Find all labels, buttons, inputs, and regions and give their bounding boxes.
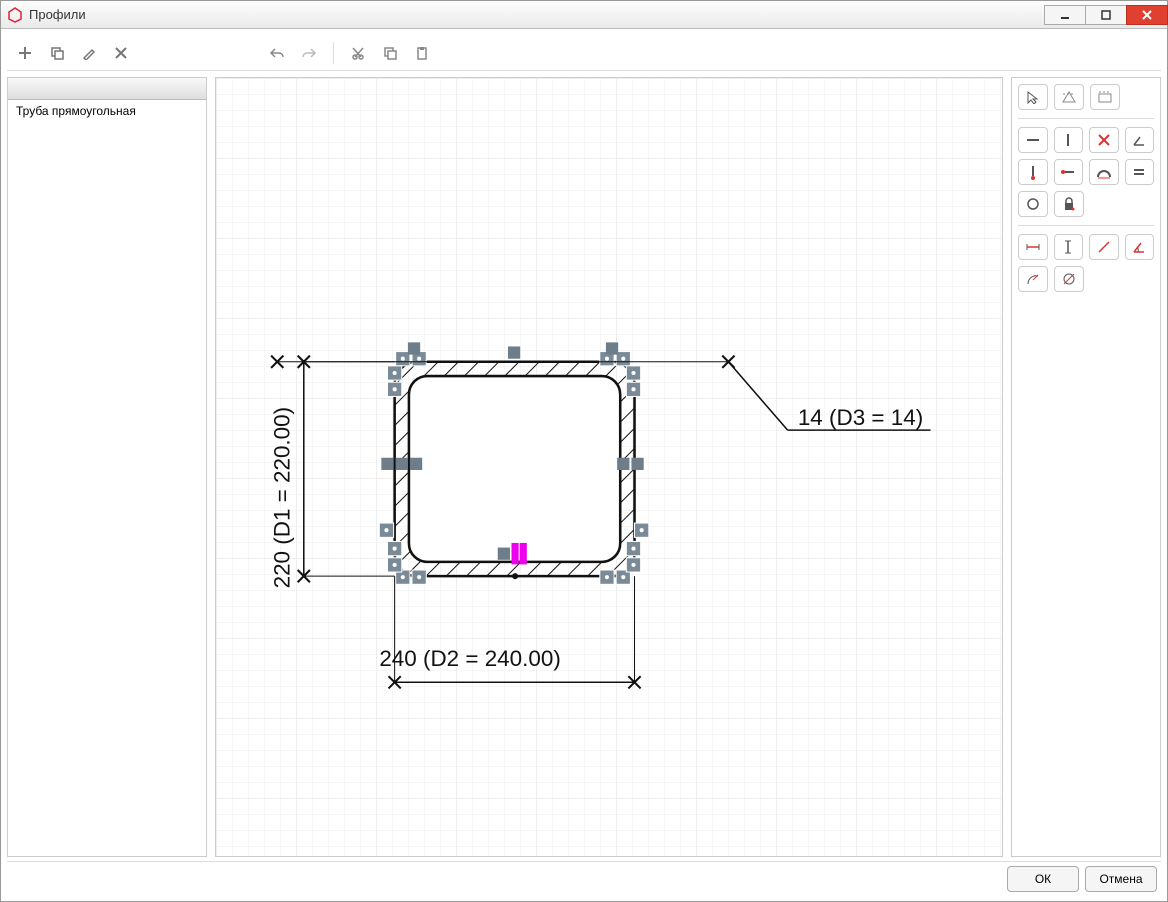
sketch-canvas[interactable]: 220 (D1 = 220.00) 240 (D2 = 240.00) [215, 77, 1003, 857]
profile-list: Труба прямоугольная [7, 77, 207, 857]
minimize-button[interactable] [1044, 5, 1086, 25]
tool-lock[interactable] [1054, 191, 1084, 217]
tool-dim-diameter[interactable] [1054, 266, 1084, 292]
tool-construction-1[interactable] [1054, 84, 1084, 110]
cancel-button[interactable]: Отмена [1085, 866, 1157, 892]
tool-segment[interactable] [1054, 159, 1084, 185]
main-area: Труба прямоугольная [7, 71, 1161, 857]
tool-construction-2[interactable] [1090, 84, 1120, 110]
edit-button[interactable] [75, 39, 103, 67]
tool-dim-diag[interactable] [1089, 234, 1119, 260]
top-toolbar [7, 35, 1161, 71]
close-button[interactable] [1126, 5, 1168, 25]
content: Труба прямоугольная [1, 29, 1167, 901]
title-bar: Профили [1, 1, 1167, 29]
dimension-d1: 220 (D1 = 220.00) [269, 356, 394, 589]
tool-point[interactable] [1018, 159, 1048, 185]
list-item[interactable]: Труба прямоугольная [8, 100, 206, 122]
tool-dim-v[interactable] [1054, 234, 1084, 260]
tool-dim-radius[interactable] [1018, 266, 1048, 292]
tool-arc[interactable] [1089, 159, 1119, 185]
tool-dim-angle[interactable] [1125, 234, 1155, 260]
tool-line-v[interactable] [1054, 127, 1084, 153]
undo-button[interactable] [263, 39, 291, 67]
dialog-footer: ОК Отмена [7, 861, 1161, 895]
tool-line-h[interactable] [1018, 127, 1048, 153]
sketch-drawing: 220 (D1 = 220.00) 240 (D2 = 240.00) [216, 78, 1002, 857]
copy-button[interactable] [376, 39, 404, 67]
tool-dim-h[interactable] [1018, 234, 1048, 260]
tool-line-angle[interactable] [1125, 127, 1155, 153]
dim-d1-text: 220 (D1 = 220.00) [269, 407, 294, 588]
add-button[interactable] [11, 39, 39, 67]
app-window: Профили Труба прямоугольная [0, 0, 1168, 902]
tool-equal[interactable] [1125, 159, 1155, 185]
tool-line-diag[interactable] [1089, 127, 1119, 153]
maximize-button[interactable] [1085, 5, 1127, 25]
redo-button[interactable] [295, 39, 323, 67]
dim-d2-text: 240 (D2 = 240.00) [379, 646, 561, 671]
cut-button[interactable] [344, 39, 372, 67]
dim-d3-text: 14 (D3 = 14) [798, 405, 923, 430]
tool-circle[interactable] [1018, 191, 1048, 217]
clone-button[interactable] [43, 39, 71, 67]
window-controls [1044, 5, 1167, 25]
list-header [8, 78, 206, 100]
dimension-d2: 240 (D2 = 240.00) [379, 576, 640, 688]
delete-button[interactable] [107, 39, 135, 67]
right-toolbox [1011, 77, 1161, 857]
tool-select[interactable] [1018, 84, 1048, 110]
paste-button[interactable] [408, 39, 436, 67]
ok-button[interactable]: ОК [1007, 866, 1079, 892]
window-title: Профили [29, 7, 1044, 22]
app-icon [7, 7, 23, 23]
